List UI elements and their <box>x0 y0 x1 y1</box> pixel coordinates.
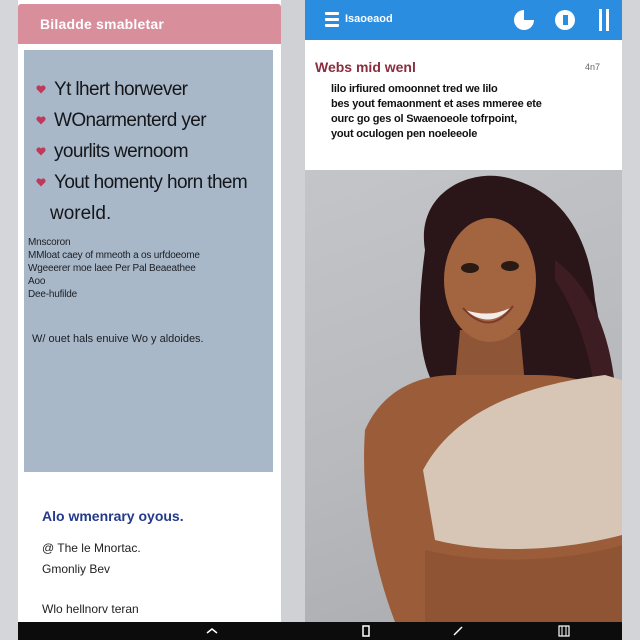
left-gutter <box>0 0 18 640</box>
center-gutter <box>281 0 305 640</box>
right-gutter <box>622 0 640 640</box>
small-line: Mnscoron <box>28 237 71 248</box>
small-text-block: Mnscoron MMloat caey of mmeoth a os urfd… <box>28 236 268 301</box>
bullet-text: Yout homenty horn them <box>54 172 248 193</box>
article-card[interactable]: Webs mid wenl 4n7 lilo irfiured omoonnet… <box>305 40 622 170</box>
article-line: yout oculogen pen noeleeole <box>331 128 478 140</box>
menu-icon[interactable] <box>325 12 339 28</box>
pause-icon[interactable] <box>598 9 610 31</box>
right-panel: Isaoeaod Webs mid wenl 4n7 lilo irfiured… <box>305 0 622 622</box>
article-title: Webs mid wenl <box>315 59 416 75</box>
recent-apps-icon[interactable] <box>452 625 464 637</box>
article-line: ourc go ges ol Swaenoeole tofrpoint, <box>331 113 517 125</box>
left-header: Biladde smabletar <box>18 4 281 44</box>
card-footer-text: W/ ouet hals enuive Wo y aldoides. <box>32 333 204 345</box>
small-line: Dee-hufilde <box>28 289 77 300</box>
bullet-text: yourlits wernoom <box>54 141 189 162</box>
right-header: Isaoeaod <box>305 0 622 40</box>
bullet-text: Yt lhert horwever <box>54 79 188 100</box>
highlight-link[interactable]: Alo wmenrary oyous. <box>42 508 184 524</box>
left-header-title: Biladde smabletar <box>40 16 164 32</box>
small-line: MMloat caey of mmeoth a os urfdoeome <box>28 250 200 261</box>
article-line: bes yout femaonment et ases mmeree ete <box>331 98 542 110</box>
bullet-item: Yout homenty horn them <box>32 167 272 198</box>
pie-icon[interactable] <box>512 8 536 32</box>
list-item[interactable]: @ The le Mnortac. <box>42 541 141 555</box>
article-line: lilo irfiured omoonnet tred we lilo <box>331 83 498 95</box>
quote-card: Yt lhert horwever WOnarmenterd yer yourl… <box>24 50 273 472</box>
portrait-illustration <box>364 175 622 622</box>
heart-icon <box>36 147 46 156</box>
bullet-list: Yt lhert horwever WOnarmenterd yer yourl… <box>32 74 272 229</box>
heart-icon <box>36 85 46 94</box>
bullet-text: WOnarmenterd yer <box>54 110 207 131</box>
left-panel: Biladde smabletar Yt lhert horwever WOna… <box>18 0 281 622</box>
navigation-bar <box>18 622 622 640</box>
circle-icon[interactable] <box>553 8 577 32</box>
bullet-item: yourlits wernoom <box>32 136 272 167</box>
bullet-item: WOnarmenterd yer <box>32 105 272 136</box>
list-item[interactable]: Gmonliy Bev <box>42 562 110 576</box>
article-meta: 4n7 <box>585 62 601 72</box>
small-line: Aoo <box>28 276 46 287</box>
grid-icon[interactable] <box>558 625 570 637</box>
bullet-item: Yt lhert horwever <box>32 74 272 105</box>
portrait-photo <box>305 170 622 622</box>
right-header-title: Isaoeaod <box>345 13 393 25</box>
heart-icon <box>36 116 46 125</box>
heart-icon <box>36 178 46 187</box>
article-body: lilo irfiured omoonnet tred we lilo bes … <box>331 82 611 142</box>
back-chevron-icon[interactable] <box>206 625 218 637</box>
small-line: Wgeeerer moe laee Per Pal Beaeathee <box>28 263 196 274</box>
list-item[interactable]: Wlo hellnorv teran <box>42 602 139 616</box>
home-icon[interactable] <box>360 625 372 637</box>
bullet-continuation: woreld. <box>50 203 112 224</box>
